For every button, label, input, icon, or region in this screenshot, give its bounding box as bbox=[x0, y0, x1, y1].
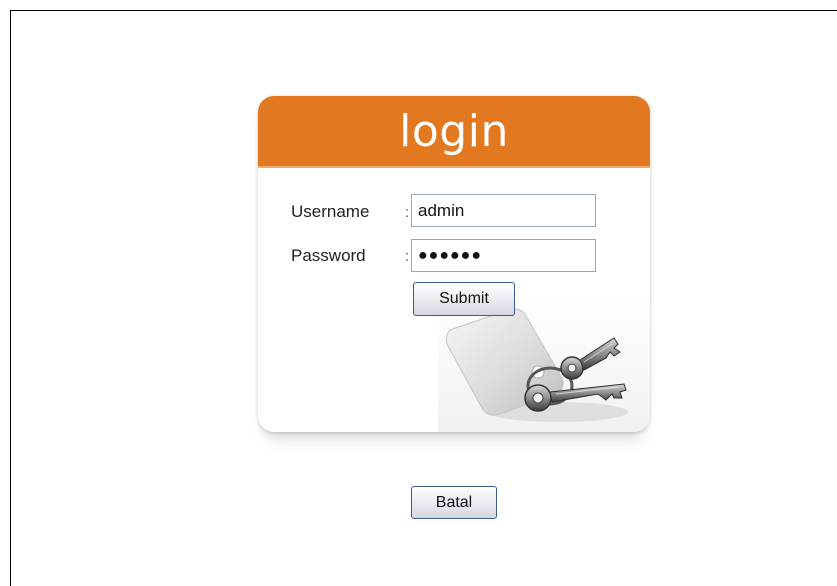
username-label: Username bbox=[291, 202, 370, 221]
password-input[interactable] bbox=[411, 239, 596, 272]
login-panel: login Username: admin Password: ●●●●●●… bbox=[258, 96, 650, 432]
username-input[interactable] bbox=[411, 194, 596, 227]
password-label: Password bbox=[291, 246, 366, 265]
username-colon: : bbox=[405, 204, 410, 221]
submit-button[interactable]: Submit bbox=[413, 282, 515, 316]
password-colon: : bbox=[405, 248, 410, 265]
login-header: login bbox=[258, 96, 650, 168]
login-title: login bbox=[399, 106, 509, 157]
cancel-button[interactable]: Batal bbox=[411, 486, 497, 519]
